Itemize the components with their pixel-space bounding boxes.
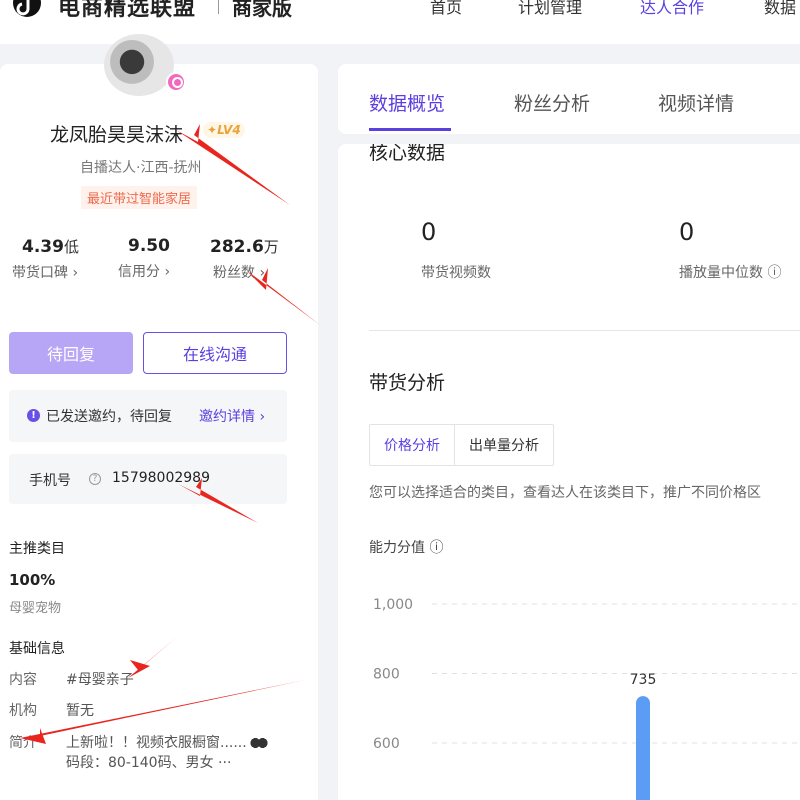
stat-unit: 万: [263, 238, 279, 256]
search-badge-icon: [166, 72, 186, 92]
stat-reputation[interactable]: 4.39低 带货口碑 ›: [12, 236, 79, 282]
creator-role: 自播达人·江西-抚州: [80, 160, 202, 176]
top-bar: 电商精选联盟 商家版 首页 计划管理 达人合作 数据: [0, 0, 800, 44]
tab-fan-analysis[interactable]: 粉丝分析: [514, 89, 590, 116]
sales-analysis-title: 带货分析: [369, 372, 446, 394]
tab-bar: 数据概览 粉丝分析 视频详情: [338, 64, 800, 134]
invite-details-link[interactable]: 邀约详情 ›: [199, 406, 265, 426]
nav-plan-management[interactable]: 计划管理: [518, 0, 582, 18]
stat-label: 粉丝数 ›: [213, 265, 266, 281]
core-data-title: 核心数据: [369, 144, 446, 164]
stat-value: 9.50: [128, 236, 170, 256]
awaiting-reply-button[interactable]: 待回复: [9, 332, 133, 374]
subtab-price-analysis[interactable]: 价格分析: [370, 425, 455, 465]
intro-value-line2: 码段：80-140码、男女 ···: [66, 755, 232, 771]
chart-bar[interactable]: [636, 696, 650, 800]
section-divider: [369, 330, 800, 331]
online-chat-button[interactable]: 在线沟通: [143, 332, 287, 374]
content-key: 内容: [9, 672, 37, 688]
bar-value-label: 735: [630, 672, 657, 688]
level-badge: ✦LV4: [203, 122, 245, 138]
nav-creator-cooperation[interactable]: 达人合作: [640, 0, 704, 18]
agency-value: 暂无: [66, 703, 94, 719]
ability-score-label: 能力分值 ⓘ: [369, 540, 444, 556]
basic-info-title: 基础信息: [9, 641, 65, 657]
creator-profile-panel: 龙凤胎昊昊沫沫 ✦LV4 自播达人·江西-抚州 最近带过智能家居 4.39低 带…: [0, 34, 318, 800]
main-category-title: 主推类目: [9, 541, 65, 557]
intro-value: 上新啦！！视频衣服橱窗......: [66, 732, 268, 752]
tab-data-overview[interactable]: 数据概览: [369, 89, 445, 116]
info-icon: !: [27, 409, 40, 422]
agency-key: 机构: [9, 703, 37, 719]
avatar: [104, 34, 174, 96]
stat-unit: 低: [63, 238, 79, 256]
stat-label: 带货口碑 ›: [12, 265, 79, 281]
y-tick-label: 1,000: [373, 597, 413, 613]
sales-subtabs: 价格分析 出单量分析: [369, 424, 554, 466]
content-value: #母婴亲子: [66, 672, 134, 688]
recent-category-tag: 最近带过智能家居: [81, 186, 198, 209]
nav-data[interactable]: 数据: [764, 0, 796, 18]
nav-home[interactable]: 首页: [430, 0, 462, 18]
intro-key: 简介: [9, 735, 37, 751]
help-icon[interactable]: ?: [89, 473, 101, 485]
stat-credit[interactable]: 9.50 信用分 ›: [118, 236, 170, 281]
brand-divider: [218, 0, 219, 14]
phone-number: 15798002989: [112, 470, 210, 486]
main-category-name: 母婴宠物: [9, 601, 62, 616]
metric-play-median-label: 播放量中位数 ⓘ: [679, 265, 782, 281]
level-text: LV4: [217, 123, 241, 137]
tab-video-details[interactable]: 视频详情: [658, 89, 734, 116]
invite-status-box: ! 已发送邀约，待回复 邀约详情 ›: [9, 390, 287, 442]
brand-title: 电商精选联盟: [58, 0, 197, 21]
brand-subtitle: 商家版: [232, 0, 292, 20]
intro-text: 上新啦！！视频衣服橱窗......: [66, 735, 247, 751]
ability-score-chart: 1,000 800 600 735: [373, 597, 800, 800]
stat-fans[interactable]: 282.6万 粉丝数 ›: [210, 236, 279, 282]
stat-value: 4.39: [22, 237, 64, 257]
sunglasses-emoji-icon: [249, 737, 268, 749]
metric-video-count-value: 0: [421, 218, 437, 246]
active-tab-indicator: [369, 128, 451, 131]
y-tick-label: 800: [373, 667, 400, 683]
data-overview-card: 核心数据 0 带货视频数 0 播放量中位数 ⓘ 带货分析 价格分析 出单量分析 …: [338, 144, 800, 800]
subtab-order-analysis[interactable]: 出单量分析: [455, 425, 553, 465]
stat-label: 信用分 ›: [118, 264, 171, 280]
y-tick-label: 600: [373, 736, 400, 752]
main-category-percent: 100%: [9, 571, 56, 589]
creator-name: 龙凤胎昊昊沫沫: [50, 124, 184, 146]
metric-video-count-label: 带货视频数: [421, 265, 491, 281]
sales-description: 您可以选择适合的类目，查看达人在该类目下，推广不同价格区: [369, 485, 761, 501]
metric-play-median-value: 0: [679, 218, 695, 246]
stat-value: 282.6: [210, 237, 264, 257]
douyin-logo-icon: [13, 0, 41, 17]
invite-status-text: 已发送邀约，待回复: [46, 409, 172, 425]
phone-label: 手机号: [29, 473, 71, 489]
phone-box: 手机号 ? 15798002989: [9, 454, 287, 504]
